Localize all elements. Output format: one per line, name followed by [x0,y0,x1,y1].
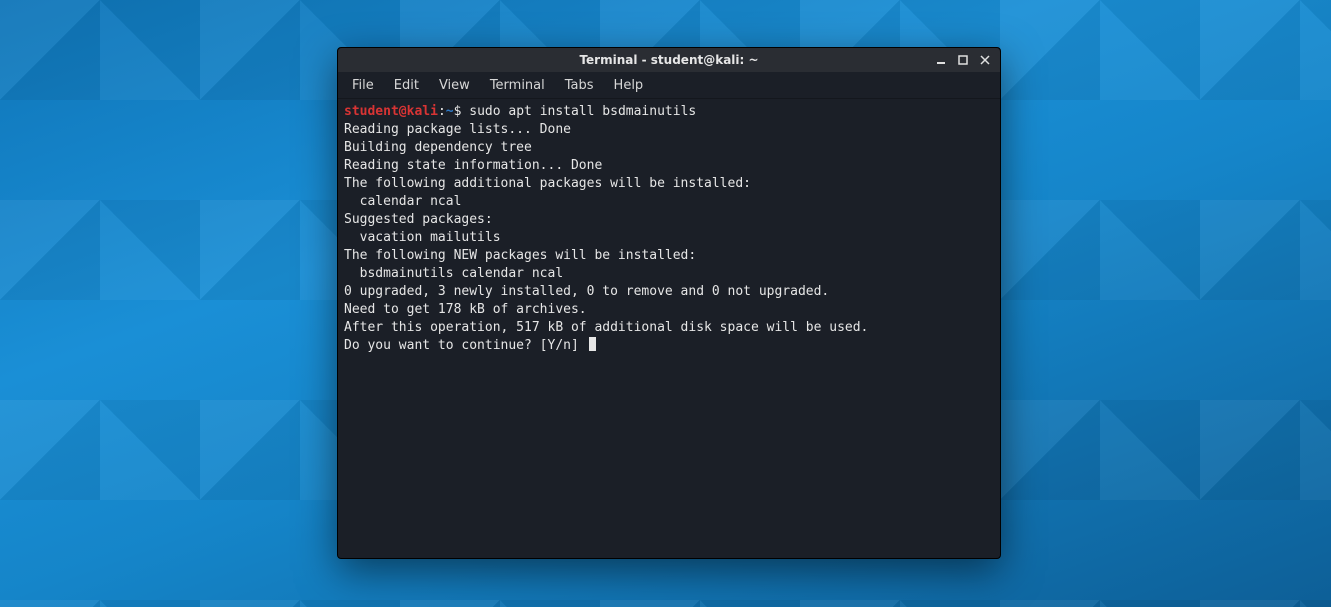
menu-edit[interactable]: Edit [386,75,427,96]
output-line: The following additional packages will b… [344,176,751,191]
prompt-host: kali [407,104,438,119]
terminal-body[interactable]: student@kali:~$ sudo apt install bsdmain… [338,99,1000,558]
output-line: 0 upgraded, 3 newly installed, 0 to remo… [344,284,829,299]
prompt-colon: : [438,104,446,119]
window-titlebar[interactable]: Terminal - student@kali: ~ [338,48,1000,72]
output-line: Reading state information... Done [344,158,602,173]
menu-view[interactable]: View [431,75,478,96]
prompt-path: ~ [446,104,454,119]
close-icon [980,55,990,65]
output-line: Building dependency tree [344,140,532,155]
terminal-window: Terminal - student@kali: ~ File Edit Vie… [337,47,1001,559]
window-title: Terminal - student@kali: ~ [579,53,758,67]
minimize-icon [936,55,946,65]
menu-file[interactable]: File [344,75,382,96]
prompt-user: student [344,104,399,119]
maximize-button[interactable] [952,49,974,71]
output-line: Reading package lists... Done [344,122,571,137]
output-line: Suggested packages: [344,212,493,227]
close-button[interactable] [974,49,996,71]
prompt-at: @ [399,104,407,119]
prompt-symbol: $ [454,104,462,119]
menubar: File Edit View Terminal Tabs Help [338,72,1000,99]
output-line: bsdmainutils calendar ncal [344,266,563,281]
output-line: Do you want to continue? [Y/n] [344,338,587,353]
desktop-wallpaper: Terminal - student@kali: ~ File Edit Vie… [0,0,1331,607]
menu-help[interactable]: Help [606,75,652,96]
menu-tabs[interactable]: Tabs [557,75,602,96]
output-line: Need to get 178 kB of archives. [344,302,587,317]
output-line: vacation mailutils [344,230,501,245]
output-line: After this operation, 517 kB of addition… [344,320,868,335]
maximize-icon [958,55,968,65]
output-line: calendar ncal [344,194,461,209]
command-text: sudo apt install bsdmainutils [469,104,696,119]
window-controls [930,48,996,72]
cursor [589,337,596,351]
menu-terminal[interactable]: Terminal [482,75,553,96]
minimize-button[interactable] [930,49,952,71]
terminal-output[interactable]: student@kali:~$ sudo apt install bsdmain… [344,103,994,355]
output-line: The following NEW packages will be insta… [344,248,696,263]
